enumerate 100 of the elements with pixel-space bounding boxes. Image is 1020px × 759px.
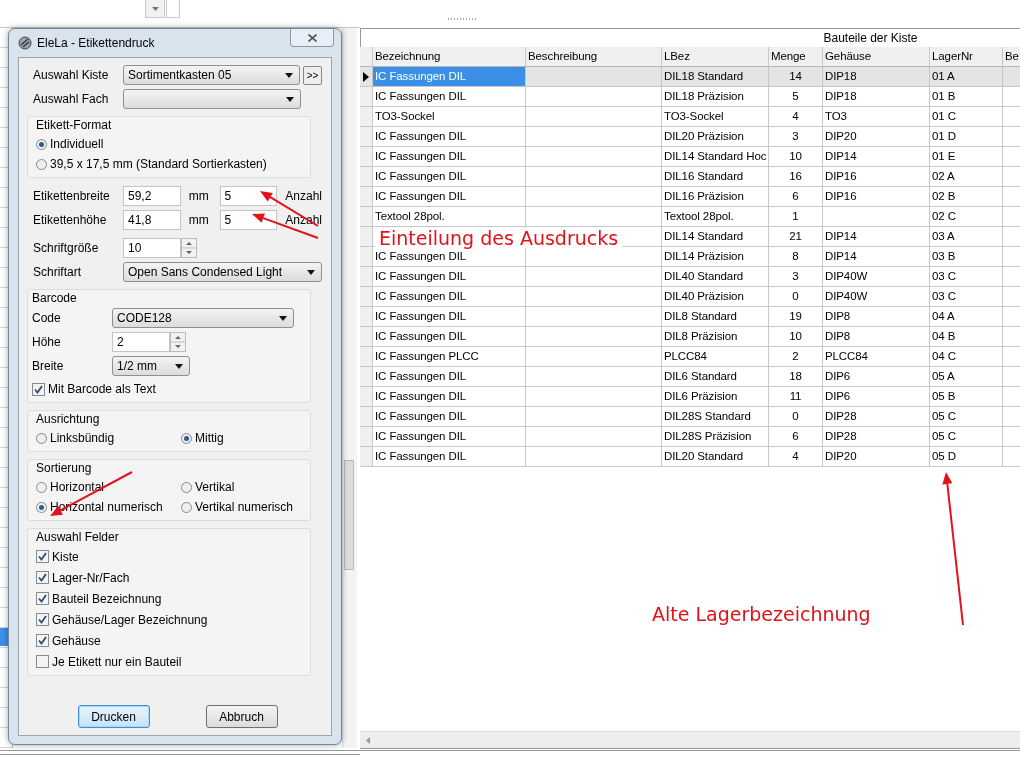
unit-label: mm bbox=[187, 213, 210, 227]
radio-option[interactable]: Linksbündig bbox=[36, 428, 181, 448]
close-button[interactable] bbox=[290, 29, 334, 47]
table-cell: IC Fassungen DIL bbox=[373, 307, 526, 327]
horizontal-scrollbar[interactable] bbox=[360, 731, 1020, 748]
table-cell: DIP20 bbox=[823, 447, 930, 467]
table-cell: 04 B bbox=[930, 327, 1003, 347]
field-label: Breite bbox=[32, 359, 65, 373]
group-title: Barcode bbox=[32, 291, 78, 305]
checkbox-icon[interactable] bbox=[36, 634, 49, 647]
table-cell: 6 bbox=[769, 427, 823, 447]
column-header[interactable]: Beschreibung bbox=[526, 47, 662, 67]
checkbox-icon[interactable] bbox=[36, 550, 49, 563]
table-cell: DIP16 bbox=[823, 167, 930, 187]
checkbox-icon[interactable] bbox=[36, 655, 49, 668]
radio-option[interactable]: Vertikal bbox=[181, 477, 302, 497]
number-field[interactable]: 5 bbox=[219, 186, 278, 206]
number-field[interactable]: 59,2 bbox=[123, 186, 181, 206]
table-cell: DIL20 Standard bbox=[662, 447, 769, 467]
checkbox-option[interactable]: Je Etikett nur ein Bauteil bbox=[36, 651, 302, 672]
number-field[interactable]: 41,8 bbox=[123, 210, 181, 230]
dropdown[interactable]: CODE128 bbox=[112, 308, 294, 328]
table-cell: 01 A bbox=[930, 67, 1003, 87]
field-label: Auswahl Fach bbox=[33, 92, 110, 106]
table-cell: IC Fassungen DIL bbox=[373, 67, 526, 87]
checkbox-option[interactable]: Gehäuse/Lager Bezeichnung bbox=[36, 609, 302, 630]
table-cell: DIL8 Standard bbox=[662, 307, 769, 327]
radio-icon[interactable] bbox=[36, 432, 47, 444]
table-cell: 2 bbox=[769, 347, 823, 367]
scrollbar-thumb[interactable] bbox=[344, 460, 354, 570]
row-header[interactable] bbox=[360, 67, 373, 87]
dropdown[interactable]: 1/2 mm bbox=[112, 356, 190, 376]
column-header[interactable]: Bezeichnung bbox=[373, 47, 526, 67]
checkbox-icon[interactable] bbox=[36, 571, 49, 584]
table-cell: DIP8 bbox=[823, 307, 930, 327]
field-label: Höhe bbox=[32, 335, 62, 349]
table-cell: DIP14 bbox=[823, 227, 930, 247]
table-cell: 01 B bbox=[930, 87, 1003, 107]
table-cell: IC Fassungen DIL bbox=[373, 407, 526, 427]
checkbox-icon[interactable] bbox=[32, 382, 45, 396]
radio-option[interactable]: Vertikal numerisch bbox=[181, 497, 302, 517]
field-label: Schriftart bbox=[33, 265, 82, 279]
dialog-button[interactable]: Drucken bbox=[77, 705, 150, 728]
table-cell: IC Fassungen DIL bbox=[373, 327, 526, 347]
table-cell: DIL14 Standard Hoc bbox=[662, 147, 769, 167]
radio-option[interactable]: Individuell bbox=[36, 134, 302, 154]
column-header[interactable]: LagerNr bbox=[930, 47, 1003, 67]
checkbox-option[interactable]: Bauteil Bezeichnung bbox=[36, 588, 302, 609]
table-cell: DIP6 bbox=[823, 367, 930, 387]
column-header[interactable]: Gehäuse bbox=[823, 47, 930, 67]
table-cell: IC Fassungen DIL bbox=[373, 87, 526, 107]
dropdown[interactable] bbox=[123, 89, 301, 109]
number-field[interactable]: 2 bbox=[112, 332, 170, 352]
radio-icon[interactable] bbox=[36, 138, 47, 150]
dropdown[interactable]: Sortimentkasten 05 bbox=[123, 65, 301, 85]
radio-icon[interactable] bbox=[181, 501, 192, 513]
radio-icon[interactable] bbox=[36, 158, 47, 170]
radio-option[interactable]: Horizontal bbox=[36, 477, 181, 497]
table-cell: IC Fassungen DIL bbox=[373, 287, 526, 307]
table-cell: IC Fassungen DIL bbox=[373, 387, 526, 407]
table-cell: 5 bbox=[769, 87, 823, 107]
checkbox-icon[interactable] bbox=[36, 592, 49, 605]
checkbox-option[interactable]: Mit Barcode als Text bbox=[32, 379, 302, 399]
group-title: Ausrichtung bbox=[36, 412, 101, 426]
radio-icon[interactable] bbox=[36, 501, 47, 513]
checkbox-option[interactable]: Gehäuse bbox=[36, 630, 302, 651]
spinner-icon[interactable] bbox=[170, 332, 186, 352]
checkbox-icon[interactable] bbox=[36, 613, 49, 626]
dropdown[interactable]: Open Sans Condensed Light bbox=[123, 262, 322, 282]
number-field[interactable]: 5 bbox=[219, 210, 278, 230]
table-cell: DIP20 bbox=[823, 127, 930, 147]
table-cell: DIP18 bbox=[823, 87, 930, 107]
table-cell: DIL16 Standard bbox=[662, 167, 769, 187]
table-cell: 0 bbox=[769, 407, 823, 427]
table-cell: IC Fassungen DIL bbox=[373, 447, 526, 467]
scroll-left-icon[interactable] bbox=[366, 736, 370, 744]
caret-icon bbox=[279, 315, 287, 321]
table-cell: 10 bbox=[769, 327, 823, 347]
caret-icon bbox=[175, 363, 183, 369]
text-field[interactable] bbox=[166, 0, 180, 18]
checkbox-option[interactable]: Lager-Nr/Fach bbox=[36, 567, 302, 588]
column-header[interactable]: LBez bbox=[662, 47, 769, 67]
table-cell: DIP8 bbox=[823, 327, 930, 347]
radio-icon[interactable] bbox=[181, 481, 192, 493]
radio-icon[interactable] bbox=[181, 432, 192, 444]
radio-option[interactable]: Mittig bbox=[181, 428, 302, 448]
number-field[interactable]: 10 bbox=[123, 238, 181, 258]
radio-option[interactable]: 39,5 x 17,5 mm (Standard Sortierkasten) bbox=[36, 154, 302, 174]
radio-icon[interactable] bbox=[36, 481, 47, 493]
close-icon bbox=[307, 33, 317, 42]
table-cell: DIP14 bbox=[823, 147, 930, 167]
spinner-icon[interactable] bbox=[181, 238, 197, 258]
more-button[interactable]: >> bbox=[303, 65, 322, 85]
dialog-button[interactable]: Abbruch bbox=[205, 705, 278, 728]
dropdown-button[interactable] bbox=[145, 0, 165, 18]
checkbox-option[interactable]: Kiste bbox=[36, 546, 302, 567]
table-cell: DIL40 Standard bbox=[662, 267, 769, 287]
column-header[interactable]: Menge bbox=[769, 47, 823, 67]
annotation-text: Einteilung des Ausdrucks bbox=[375, 228, 623, 248]
table-cell: 8 bbox=[769, 247, 823, 267]
